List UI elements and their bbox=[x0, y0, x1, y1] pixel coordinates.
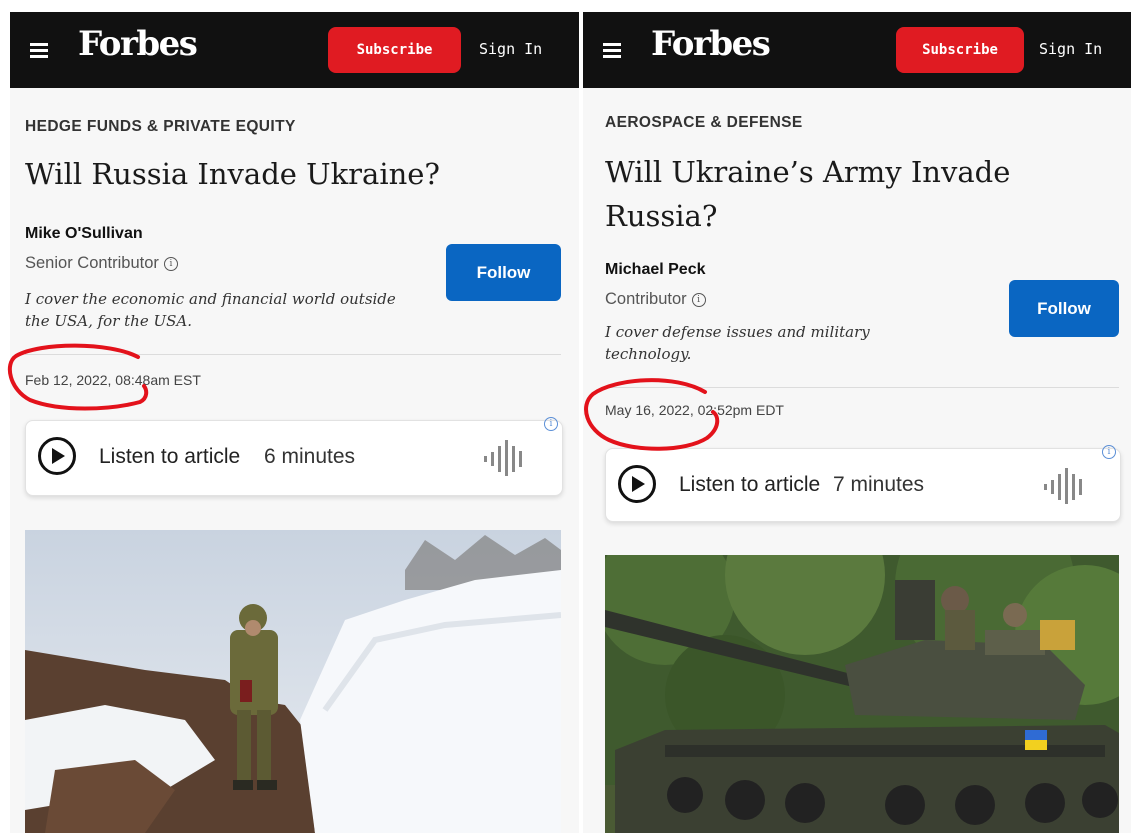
listen-duration: 7 minutes bbox=[833, 473, 925, 496]
listen-label: Listen to article bbox=[679, 473, 821, 496]
article-photo-soldier bbox=[25, 530, 561, 833]
info-icon[interactable]: i bbox=[163, 256, 178, 271]
brand-logo[interactable]: Forbes bbox=[78, 24, 198, 64]
article-photo-tank bbox=[605, 555, 1119, 833]
publish-date: Feb 12, 2022, 08:48am EST bbox=[25, 372, 201, 388]
forbes-header: Forbes Subscribe Sign In bbox=[10, 12, 579, 88]
sign-in-link[interactable]: Sign In bbox=[479, 40, 542, 58]
ad-info-icon[interactable]: i bbox=[1102, 445, 1116, 459]
ad-info-icon[interactable]: i bbox=[544, 417, 558, 431]
article-headline: Will Ukraine’s Army Invade Russia? bbox=[605, 155, 1011, 233]
author-bio: I cover defense issues and military tech… bbox=[605, 323, 870, 363]
author-role: Senior Contributor i bbox=[25, 254, 178, 273]
play-icon[interactable] bbox=[618, 465, 656, 503]
author-role-text: Contributor bbox=[605, 290, 687, 308]
subscribe-button[interactable]: Subscribe bbox=[896, 27, 1024, 73]
subscribe-button[interactable]: Subscribe bbox=[328, 27, 461, 73]
article-headline: Will Russia Invade Ukraine? bbox=[25, 157, 440, 191]
brand-logo[interactable]: Forbes bbox=[651, 24, 771, 64]
hamburger-icon[interactable] bbox=[30, 43, 48, 58]
divider bbox=[605, 387, 1119, 388]
publish-date: May 16, 2022, 02:52pm EDT bbox=[605, 402, 784, 418]
category-label[interactable]: AEROSPACE & DEFENSE bbox=[605, 114, 803, 132]
hamburger-icon[interactable] bbox=[603, 43, 621, 58]
divider bbox=[25, 354, 561, 355]
author-role: Contributor i bbox=[605, 290, 706, 309]
listen-to-article-player[interactable]: Listen to article 6 minutes i bbox=[25, 417, 563, 496]
article-panel-left: Forbes Subscribe Sign In HEDGE FUNDS & P… bbox=[10, 12, 579, 833]
forbes-header: Forbes Subscribe Sign In bbox=[583, 12, 1131, 88]
listen-label: Listen to article bbox=[99, 445, 241, 468]
article-panel-right: Forbes Subscribe Sign In AEROSPACE & DEF… bbox=[583, 12, 1131, 833]
author-name[interactable]: Mike O'Sullivan bbox=[25, 225, 143, 243]
play-icon[interactable] bbox=[38, 437, 76, 475]
waveform-icon bbox=[484, 440, 522, 476]
follow-button[interactable]: Follow bbox=[1009, 280, 1119, 337]
listen-to-article-player[interactable]: Listen to article 7 minutes i bbox=[605, 445, 1121, 522]
listen-duration: 6 minutes bbox=[264, 445, 356, 468]
info-icon[interactable]: i bbox=[691, 292, 706, 307]
sign-in-link[interactable]: Sign In bbox=[1039, 40, 1102, 58]
waveform-icon bbox=[1044, 468, 1082, 504]
author-role-text: Senior Contributor bbox=[25, 254, 159, 272]
category-label[interactable]: HEDGE FUNDS & PRIVATE EQUITY bbox=[25, 118, 296, 136]
author-bio: I cover the economic and financial world… bbox=[25, 290, 396, 330]
follow-button[interactable]: Follow bbox=[446, 244, 561, 301]
author-name[interactable]: Michael Peck bbox=[605, 261, 706, 279]
